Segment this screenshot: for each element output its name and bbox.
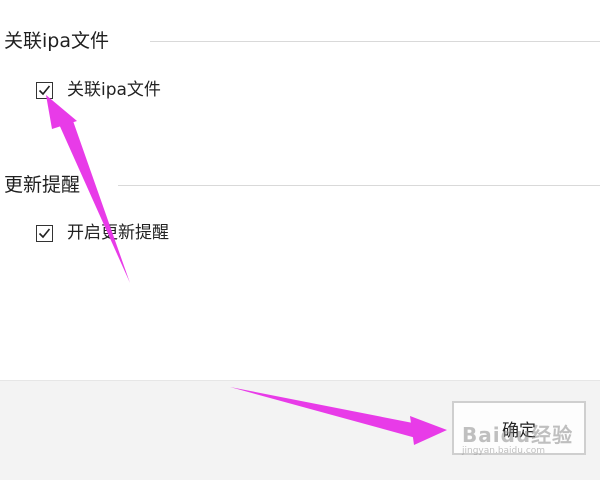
checkbox-row-update-reminder[interactable]: 开启更新提醒 (36, 221, 169, 245)
section-title-ipa: 关联ipa文件 (4, 26, 119, 56)
section-title-update: 更新提醒 (4, 170, 91, 200)
ok-button[interactable]: 确定 (452, 401, 586, 455)
section-divider (118, 185, 600, 186)
section-header-ipa: 关联ipa文件 (0, 26, 600, 56)
checkmark-icon (38, 227, 51, 238)
associate-ipa-checkbox[interactable] (36, 81, 53, 99)
checkmark-icon (38, 84, 51, 95)
section-divider (150, 41, 600, 42)
update-reminder-label: 开启更新提醒 (67, 223, 169, 243)
associate-ipa-label: 关联ipa文件 (67, 80, 161, 100)
checkbox-row-associate-ipa[interactable]: 关联ipa文件 (36, 78, 161, 102)
update-reminder-checkbox[interactable] (36, 224, 53, 242)
section-header-update: 更新提醒 (0, 170, 600, 200)
